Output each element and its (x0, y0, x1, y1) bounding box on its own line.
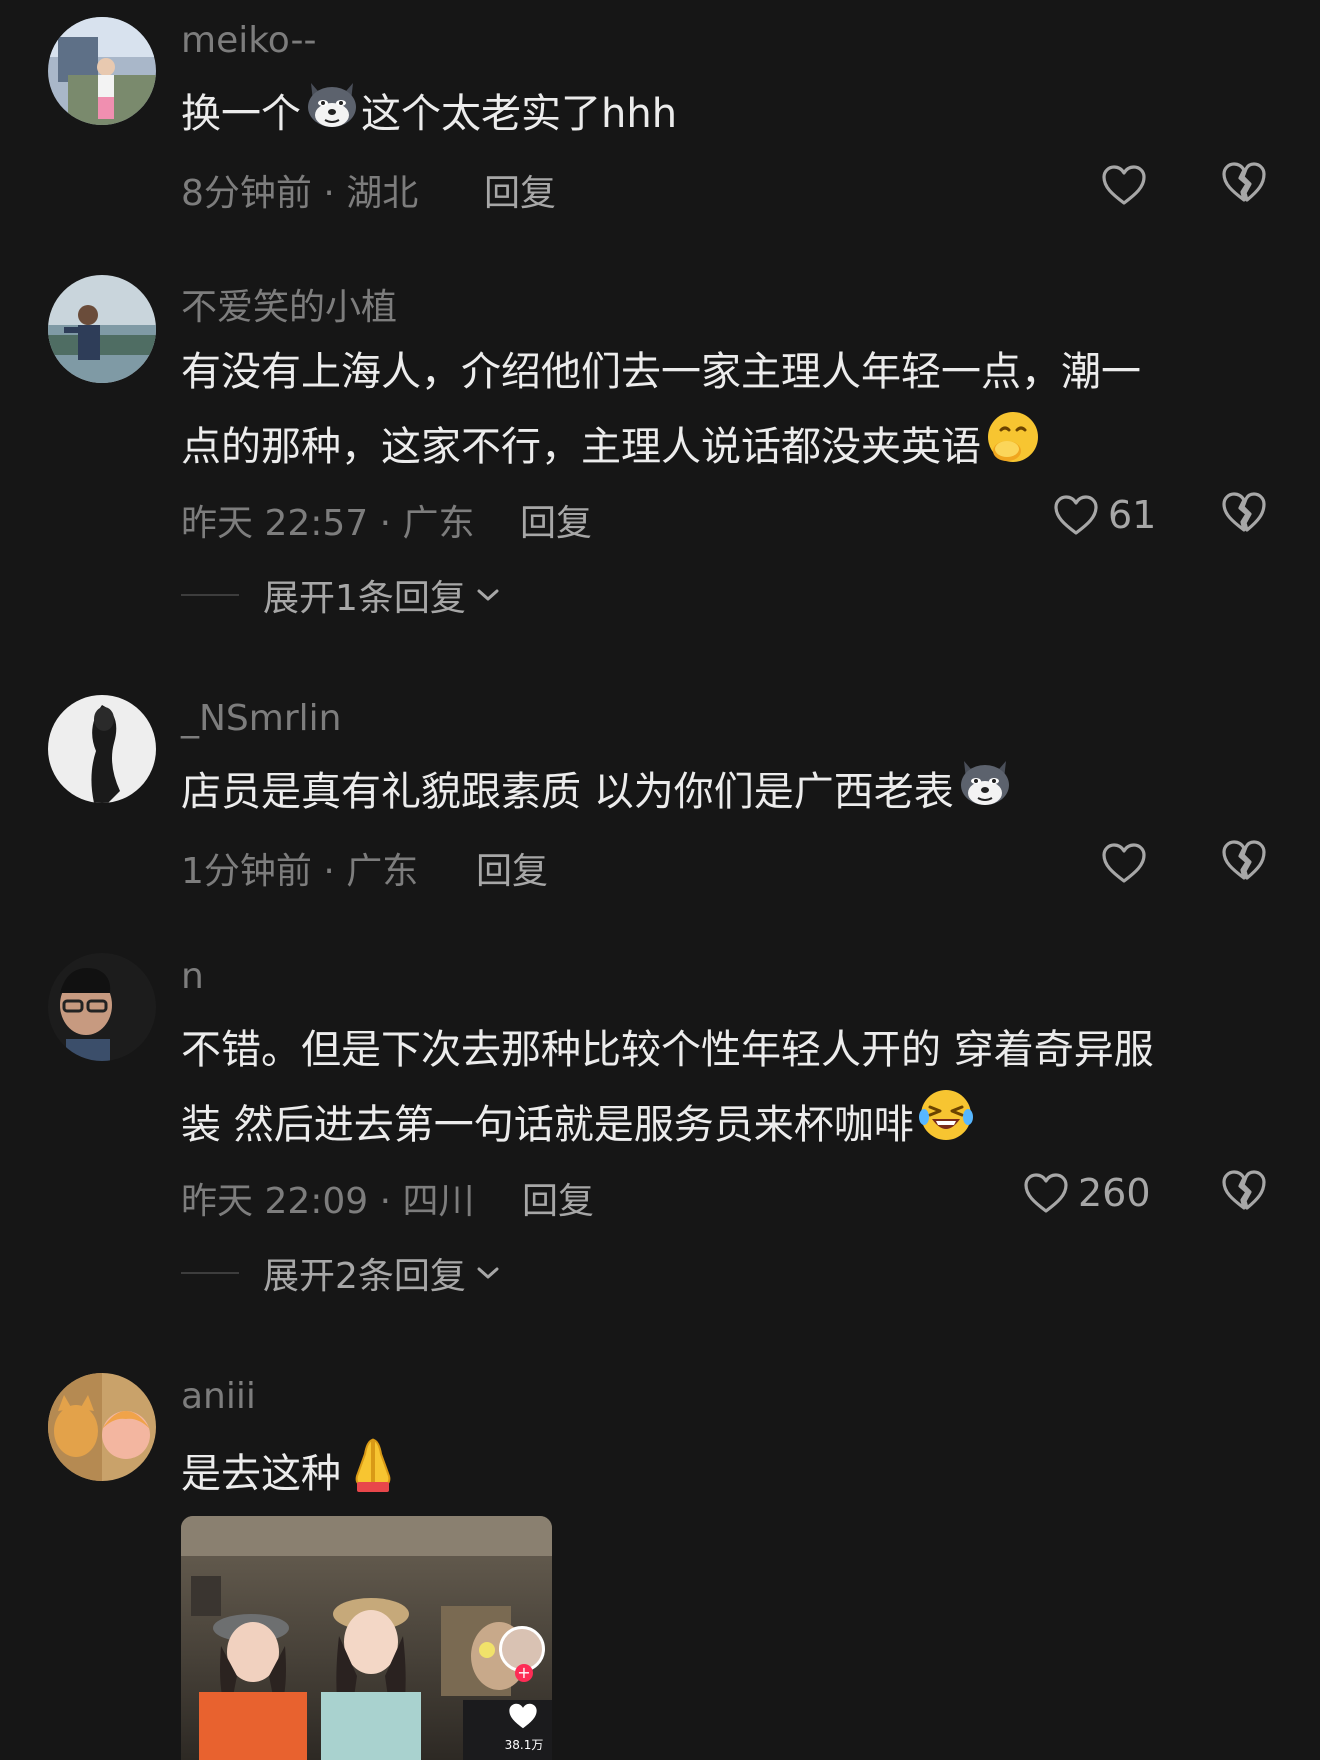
attached-video-thumbnail[interactable]: + 38.1万 (181, 1516, 552, 1760)
reply-button[interactable]: 回复 (522, 1172, 594, 1224)
divider-line (181, 594, 239, 596)
like-count: 61 (1108, 493, 1157, 537)
username[interactable]: aniii (181, 1376, 256, 1417)
comment-text: 是去这种 (181, 1434, 1261, 1518)
chevron-down-icon (477, 589, 499, 601)
avatar[interactable] (48, 17, 156, 125)
heart-outline-icon (1024, 1173, 1068, 1213)
dislike-button[interactable] (1220, 1168, 1270, 1218)
rolling-laughing-emoji (916, 1087, 976, 1167)
dislike-button[interactable] (1220, 160, 1270, 210)
broken-heart-icon (1222, 1170, 1266, 1210)
like-button[interactable] (1100, 160, 1156, 210)
username[interactable]: n (181, 956, 204, 997)
heart-outline-icon (1102, 165, 1146, 205)
broken-heart-icon (1222, 840, 1266, 880)
expand-replies-label: 展开2条回复 (263, 1256, 466, 1297)
expand-replies-label: 展开1条回复 (263, 578, 466, 619)
heart-outline-icon (1102, 843, 1146, 883)
like-count: 260 (1078, 1171, 1151, 1215)
expand-replies-button[interactable]: 展开2条回复 (181, 1250, 500, 1297)
avatar[interactable] (48, 953, 156, 1061)
comment-text: 有没有上海人，介绍他们去一家主理人年轻一点，潮一 点的那种，这家不行，主理人说话… (181, 336, 1261, 489)
like-button[interactable]: 61 (1052, 490, 1156, 540)
username[interactable]: 不爱笑的小植 (181, 278, 397, 330)
comment-text: 店员是真有礼貌跟素质 以为你们是广西老表 (181, 756, 1261, 831)
avatar[interactable] (48, 275, 156, 383)
avatar[interactable] (48, 1373, 156, 1481)
folded-hands-emoji (343, 1434, 403, 1518)
comment-meta: 8分钟前 · 湖北 (181, 173, 419, 214)
comment-text: 不错。但是下次去那种比较个性年轻人开的 穿着奇异服 装 然后进去第一句话就是服务… (181, 1014, 1261, 1167)
comment-text: 换一个 这个太老实了hhh (181, 78, 1261, 153)
reply-button[interactable]: 回复 (476, 842, 548, 894)
follow-plus-button[interactable]: + (515, 1664, 533, 1682)
dislike-button[interactable] (1220, 490, 1270, 540)
comment-meta: 昨天 22:09 · 四川 (181, 1181, 475, 1222)
heart-outline-icon (1054, 495, 1098, 535)
video-like-count: 38.1万 (504, 1738, 544, 1752)
username[interactable]: _NSmrlin (181, 698, 341, 739)
divider-line (181, 1272, 239, 1274)
covering-mouth-smile-emoji (983, 409, 1043, 489)
avatar[interactable] (48, 695, 156, 803)
like-button[interactable] (1100, 838, 1156, 888)
heart-filled-icon (509, 1703, 537, 1729)
husky-sticker (956, 757, 1014, 831)
reply-button[interactable]: 回复 (520, 494, 592, 546)
husky-sticker (303, 79, 361, 153)
broken-heart-icon (1222, 162, 1266, 202)
comment-meta: 昨天 22:57 · 广东 (181, 503, 475, 544)
like-button[interactable]: 260 (1022, 1168, 1151, 1218)
video-like-button[interactable] (503, 1696, 543, 1736)
reply-button[interactable]: 回复 (484, 164, 556, 216)
username[interactable]: meiko-- (181, 20, 316, 61)
broken-heart-icon (1222, 492, 1266, 532)
expand-replies-button[interactable]: 展开1条回复 (181, 572, 500, 619)
dislike-button[interactable] (1220, 838, 1270, 888)
comment-meta: 1分钟前 · 广东 (181, 851, 419, 892)
chevron-down-icon (477, 1267, 499, 1279)
